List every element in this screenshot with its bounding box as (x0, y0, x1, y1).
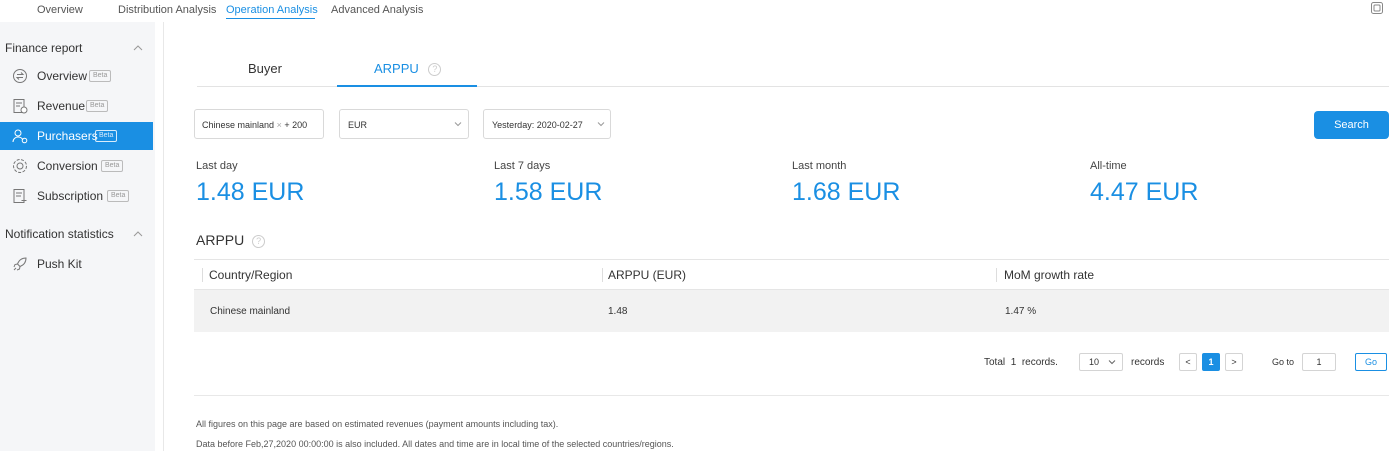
metric-value-last-month: 1.68 EUR (792, 178, 901, 206)
pagination-total: Total 1 records. (984, 357, 1058, 368)
sidebar-item-conversion[interactable]: Conversion Beta (0, 152, 153, 180)
region-select-value: Chinese mainland × + 200 (202, 120, 307, 130)
tab-operation-analysis[interactable]: Operation Analysis (226, 4, 318, 16)
footnote-revenue: All figures on this page are based on es… (196, 419, 559, 429)
next-page-button[interactable]: > (1225, 353, 1243, 371)
subscription-icon (13, 189, 27, 203)
cell-arppu: 1.48 (608, 306, 628, 317)
beta-badge: Beta (107, 190, 130, 202)
sidebar-item-overview[interactable]: Overview Beta (0, 62, 153, 90)
tab-arppu[interactable]: ARPPU ? (374, 61, 442, 76)
app-root: Overview Distribution Analysis Operation… (0, 0, 1389, 451)
clear-region-icon[interactable]: × (277, 120, 282, 130)
table-row: Chinese mainland 1.48 1.47 % (194, 290, 1389, 332)
tab-overview[interactable]: Overview (37, 4, 83, 16)
help-icon[interactable]: ? (252, 235, 266, 248)
section-title: ARPPU ? (196, 232, 266, 248)
total-count: 1 (1010, 357, 1017, 368)
date-select[interactable]: Yesterday: 2020-02-27 (483, 109, 611, 139)
sidebar-item-subscription[interactable]: Subscription Beta (0, 182, 153, 210)
page-size-select[interactable]: 10 (1079, 353, 1123, 371)
metric-label-last-month: Last month (792, 160, 847, 172)
date-select-value: Yesterday: 2020-02-27 (492, 120, 583, 130)
sidebar-item-label: Revenue (37, 99, 86, 113)
goto-page-input[interactable]: 1 (1302, 353, 1336, 371)
column-header-mom-growth-rate[interactable]: MoM growth rate (1004, 268, 1094, 282)
help-icon[interactable]: ? (428, 63, 442, 76)
beta-badge: Beta (95, 130, 118, 142)
page-1-button[interactable]: 1 (1202, 353, 1220, 371)
total-prefix: Total (984, 357, 1006, 368)
beta-badge: Beta (86, 100, 109, 112)
footnote-dates: Data before Feb,27,2020 00:00:00 is also… (196, 439, 674, 449)
sidebar-item-purchasers[interactable]: Purchasers Beta (0, 122, 153, 150)
metric-label-last-7-days: Last 7 days (494, 160, 551, 172)
chevron-down-icon (597, 122, 605, 127)
tab-distribution-analysis[interactable]: Distribution Analysis (118, 4, 216, 16)
rocket-icon (13, 257, 27, 271)
metric-value-last-day: 1.48 EUR (196, 178, 305, 206)
sidebar-item-push-kit[interactable]: Push Kit (0, 250, 153, 278)
sidebar-item-label: Purchasers (37, 129, 98, 143)
metric-value-last-7-days: 1.58 EUR (494, 178, 603, 206)
table-header: Country/Region ARPPU (EUR) MoM growth ra… (194, 259, 1389, 290)
sidebar-group-finance-report[interactable]: Finance report (5, 41, 82, 55)
region-select[interactable]: Chinese mainland × + 200 (194, 109, 324, 139)
sidebar-item-revenue[interactable]: Revenue Beta (0, 92, 153, 120)
sidebar-item-label: Subscription (37, 189, 104, 203)
region-more-count: + 200 (284, 120, 308, 130)
chevron-up-icon[interactable] (133, 44, 143, 52)
currency-select[interactable]: EUR (339, 109, 469, 139)
page-size-suffix: records (1131, 357, 1165, 368)
metric-value-all-time: 4.47 EUR (1090, 178, 1199, 206)
chevron-down-icon (1108, 360, 1116, 365)
pagination-divider (194, 395, 1389, 396)
chevron-down-icon (454, 122, 462, 127)
purchasers-icon (12, 129, 28, 144)
region-tag: Chinese mainland (202, 120, 275, 130)
cell-mom-growth-rate: 1.47 % (1005, 306, 1037, 317)
sidebar-group-notification-statistics[interactable]: Notification statistics (5, 227, 114, 241)
total-suffix: records. (1021, 357, 1058, 368)
goto-label: Go to (1272, 357, 1295, 367)
active-tab-underline (226, 18, 315, 19)
column-separator (996, 268, 997, 282)
section-title-text: ARPPU (196, 232, 245, 248)
metric-label-last-day: Last day (196, 160, 238, 172)
column-separator (602, 268, 603, 282)
prev-page-button[interactable]: < (1179, 353, 1197, 371)
metric-label-all-time: All-time (1090, 160, 1127, 172)
sidebar: Finance report Overview Beta Revenue Bet… (0, 22, 155, 451)
column-header-country-region[interactable]: Country/Region (209, 268, 292, 282)
window-switch-icon[interactable] (1370, 1, 1384, 15)
sidebar-item-label: Overview (37, 69, 88, 83)
search-button[interactable]: Search (1314, 111, 1389, 139)
active-tab-underline (337, 85, 477, 87)
sidebar-item-label: Conversion (37, 159, 98, 173)
column-header-arppu[interactable]: ARPPU (EUR) (608, 268, 686, 282)
tab-arppu-label: ARPPU (374, 61, 419, 76)
currency-select-value: EUR (348, 120, 368, 130)
cell-country-region: Chinese mainland (210, 306, 291, 317)
go-button[interactable]: Go (1355, 353, 1387, 371)
column-separator (202, 268, 203, 282)
sidebar-divider (163, 22, 164, 451)
page-size-value: 10 (1089, 357, 1100, 367)
top-nav: Overview Distribution Analysis Operation… (0, 0, 1389, 22)
exchange-icon (13, 69, 27, 83)
revenue-doc-icon (13, 99, 28, 114)
beta-badge: Beta (89, 70, 112, 82)
sidebar-item-label: Push Kit (37, 257, 82, 271)
tab-advanced-analysis[interactable]: Advanced Analysis (331, 4, 423, 16)
chevron-up-icon[interactable] (133, 230, 143, 238)
conversion-icon (13, 159, 27, 173)
beta-badge: Beta (101, 160, 124, 172)
tab-buyer[interactable]: Buyer (248, 61, 282, 76)
